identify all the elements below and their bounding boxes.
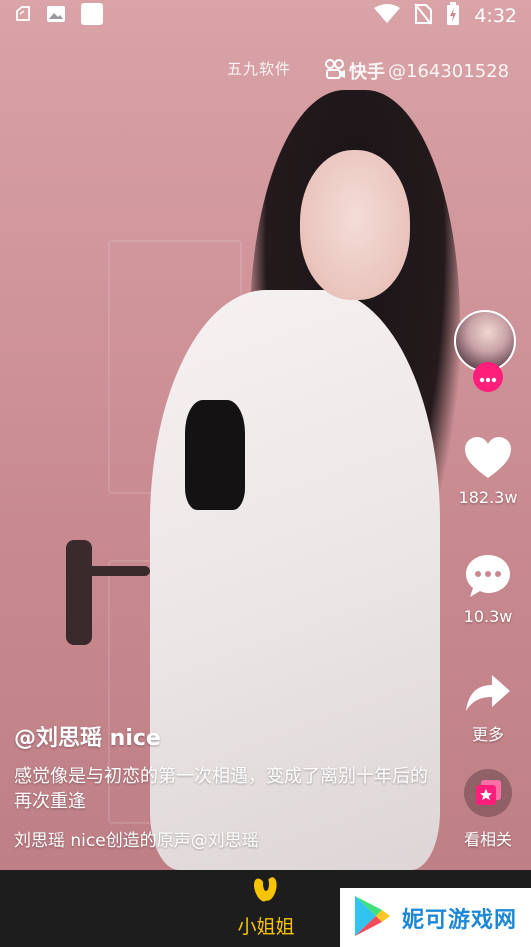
site-watermark-badge: 妮可游戏网 bbox=[340, 888, 531, 947]
status-time: 4:32 bbox=[474, 5, 517, 27]
no-sim-icon bbox=[414, 3, 433, 29]
brand-text: 妮可游戏网 bbox=[402, 907, 518, 933]
video-subject-face bbox=[300, 150, 410, 300]
like-count: 182.3w bbox=[458, 488, 518, 507]
related-icon bbox=[462, 769, 514, 822]
video-description: 感觉像是与初恋的第一次相遇，变成了离别十年后的再次重逢 bbox=[14, 766, 428, 812]
tab-label: 小姐姐 bbox=[237, 916, 295, 938]
status-bar: 4:32 bbox=[0, 0, 531, 32]
like-button[interactable]: 182.3w bbox=[450, 436, 526, 507]
gallery-icon bbox=[46, 5, 66, 27]
heart-icon bbox=[463, 437, 513, 484]
share-label: 更多 bbox=[471, 725, 504, 744]
watermark-user-id: @164301528 bbox=[388, 60, 510, 82]
share-arrow-icon bbox=[464, 675, 512, 717]
author-name[interactable]: @刘思瑶 nice bbox=[14, 720, 434, 752]
watermark-text: 五九软件 bbox=[227, 60, 292, 78]
play-store-icon bbox=[352, 894, 392, 942]
kuaishou-logo-icon bbox=[324, 58, 346, 84]
door-handle-plate bbox=[66, 540, 92, 645]
tab-xiaojiejie[interactable]: 小姐姐 bbox=[226, 876, 306, 939]
notification-icon bbox=[14, 5, 32, 27]
related-button[interactable]: 看相关 bbox=[450, 768, 526, 850]
wheat-icon bbox=[249, 877, 283, 910]
creator-avatar-group[interactable] bbox=[452, 308, 520, 392]
video-caption: @刘思瑶 nice 感觉像是与初恋的第一次相遇，变成了离别十年后的再次重逢 刘思… bbox=[14, 720, 434, 851]
app-square-icon bbox=[80, 2, 104, 30]
related-label: 看相关 bbox=[463, 830, 512, 849]
comment-button[interactable]: 10.3w bbox=[450, 553, 526, 626]
share-button[interactable]: 更多 bbox=[450, 673, 526, 745]
video-subject-top bbox=[185, 400, 245, 510]
more-dots-icon bbox=[479, 368, 497, 387]
kuaishou-watermark: 快手 @164301528 bbox=[324, 58, 509, 84]
follow-button[interactable] bbox=[473, 362, 503, 392]
wifi-icon bbox=[374, 4, 401, 28]
watermark-app-name: 快手 bbox=[349, 62, 385, 83]
comment-bubble-icon bbox=[464, 555, 512, 603]
battery-charging-icon bbox=[446, 2, 460, 30]
music-credit[interactable]: 刘思瑶 nice创造的原声@刘思瑶 bbox=[14, 826, 304, 851]
comment-count: 10.3w bbox=[463, 607, 513, 626]
